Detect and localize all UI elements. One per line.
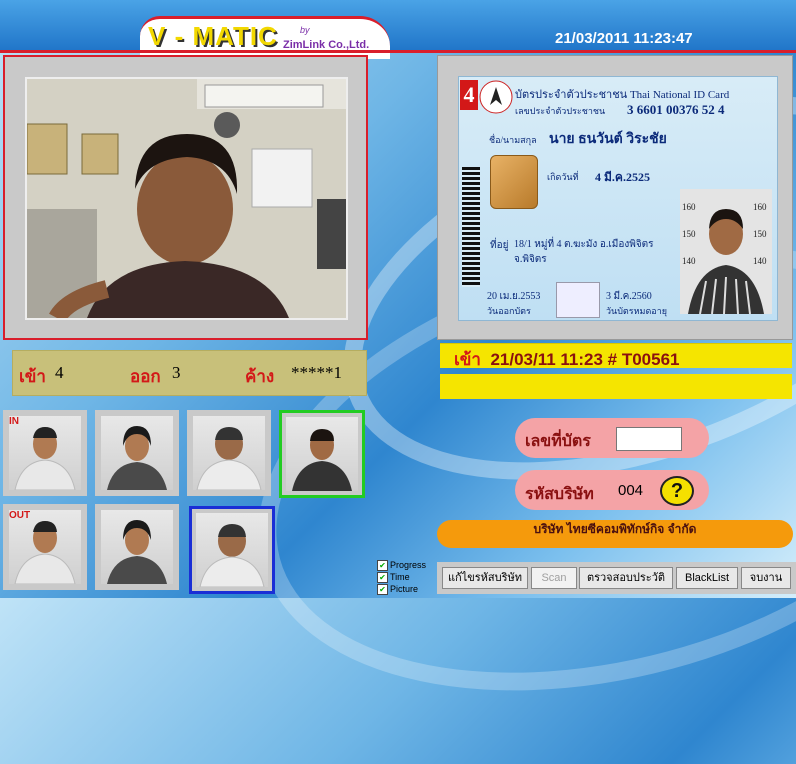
in-count-value: 4 <box>55 363 64 382</box>
thumbnail-out-label: OUT <box>9 510 31 521</box>
thumbnail-in-1[interactable]: IN <box>3 410 87 496</box>
camera-image <box>27 79 346 318</box>
check-history-button[interactable]: ตรวจสอบประวัติ <box>579 567 673 589</box>
date-of-birth: 4 มี.ค.2525 <box>595 170 650 184</box>
scan-button[interactable]: Scan <box>531 567 577 589</box>
picture-checkbox[interactable]: ✔ Picture <box>377 584 419 596</box>
time-checkbox-label: Time <box>390 572 410 582</box>
expiry-date: 3 มี.ค.2560 <box>606 291 652 302</box>
logo-text: V - MATIC <box>148 21 278 51</box>
thumbnail-photo <box>193 416 265 490</box>
address-label: ที่อยู่ <box>490 240 509 251</box>
checkmark-icon: ✔ <box>377 560 388 572</box>
in-count-label: เข้า <box>19 367 46 386</box>
entry-info: 21/03/11 11:23 # T00561 <box>490 350 680 369</box>
card-barcode <box>462 167 480 287</box>
id-card-panel: 4 บัตรประจำตัวประชาชน Thai National ID C… <box>437 55 793 340</box>
finish-button[interactable]: จบงาน <box>741 567 791 589</box>
thumbnail-photo <box>9 510 81 584</box>
thumbnail-photo <box>9 416 81 490</box>
count-bar: เข้า 4 ออก 3 ค้าง *****1 <box>12 350 367 396</box>
card-number-input[interactable] <box>616 427 682 451</box>
camera-panel <box>3 55 368 340</box>
picture-checkbox-label: Picture <box>390 584 419 594</box>
thumbnail-in-4-selected[interactable] <box>279 410 365 498</box>
thumbnail-out-1[interactable]: OUT <box>3 504 87 590</box>
company-code-label: รหัสบริษัท <box>525 486 594 503</box>
issue-date-label: วันออกบัตร <box>487 306 531 316</box>
dob-label: เกิดวันที่ <box>547 172 579 182</box>
checkmark-icon: ✔ <box>377 584 388 596</box>
thumbnail-photo <box>101 510 173 584</box>
card-photo: 160 150 140 160 150 140 <box>680 189 772 314</box>
help-button[interactable]: ? <box>660 476 694 506</box>
checkmark-icon: ✔ <box>377 572 388 584</box>
thumbnail-out-3-selected[interactable] <box>189 506 275 594</box>
company-code-value: 004 <box>618 482 644 499</box>
thumbnail-photo <box>196 513 268 587</box>
id-number: 3 6601 00376 52 4 <box>627 102 725 117</box>
id-number-label: เลขประจำตัวประชาชน <box>515 106 606 116</box>
thumbnail-in-label: IN <box>9 416 19 427</box>
edit-company-button[interactable]: แก้ไขรหัสบริษัท <box>442 567 528 589</box>
card-title: บัตรประจำตัวประชาชน Thai National ID Car… <box>515 89 730 101</box>
entry-label: เข้า <box>454 350 481 369</box>
signature-seal-icon <box>556 282 600 318</box>
garuda-emblem-icon <box>479 80 513 114</box>
address-line-1: 18/1 หมู่ที่ 4 ต.ฆะมัง อ.เมืองพิจิตร <box>514 239 654 250</box>
progress-checkbox[interactable]: ✔ Progress <box>377 560 427 572</box>
camera-feed <box>25 77 348 320</box>
message-bar <box>440 374 792 399</box>
progress-checkbox-label: Progress <box>390 560 427 570</box>
chip-icon <box>490 155 538 209</box>
pending-count-value: *****1 <box>291 363 342 382</box>
card-number-badge: 4 <box>460 80 478 110</box>
out-count-value: 3 <box>172 363 181 382</box>
company-name-bar: บริษัท ไทยซีคอมพิทักษ์กิจ จำกัด <box>437 520 793 548</box>
id-card: 4 บัตรประจำตัวประชาชน Thai National ID C… <box>458 76 778 321</box>
name-label: ชื่อ/นามสกุล <box>489 135 537 145</box>
logo-by: by <box>300 25 310 35</box>
issue-date: 20 เม.ย.2553 <box>487 291 541 302</box>
address-line-2: จ.พิจิตร <box>514 254 547 265</box>
time-checkbox[interactable]: ✔ Time <box>377 572 410 584</box>
thumbnail-photo <box>286 417 358 491</box>
entry-banner: เข้า 21/03/11 11:23 # T00561 <box>440 343 792 369</box>
out-count-label: ออก <box>130 367 161 386</box>
thumbnail-out-2[interactable] <box>95 504 179 590</box>
card-number-label: เลขที่บัตร <box>525 433 591 450</box>
expiry-date-label: วันบัตรหมดอายุ <box>606 306 668 316</box>
thumbnail-in-3[interactable] <box>187 410 271 496</box>
card-holder-name: นาย ธนวันต์ วิระชัย <box>549 132 667 147</box>
header-divider <box>0 50 796 53</box>
thumbnail-photo <box>101 416 173 490</box>
clock: 21/03/2011 11:23:47 <box>555 30 693 47</box>
pending-count-label: ค้าง <box>245 367 275 386</box>
thumbnail-in-2[interactable] <box>95 410 179 496</box>
blacklist-button[interactable]: BlackList <box>676 567 738 589</box>
